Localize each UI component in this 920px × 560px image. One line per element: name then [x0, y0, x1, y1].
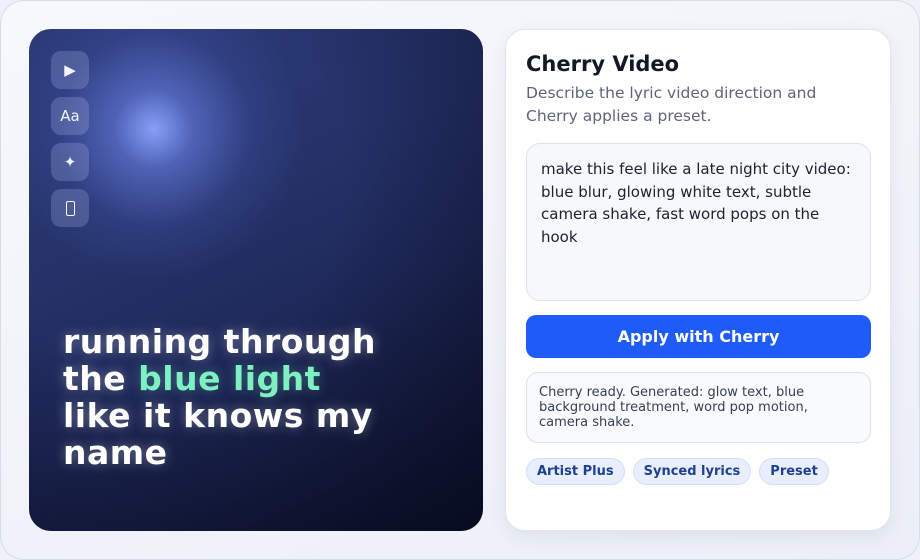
lyric-line: the blue light	[63, 360, 463, 397]
lyric-video-preview: ▶ Aa ✦ running through the blue light li…	[29, 29, 483, 531]
lyrics-text: running through the blue light like it k…	[63, 323, 463, 471]
panel-description: Describe the lyric video direction and C…	[526, 84, 817, 125]
text-style-button[interactable]: Aa	[51, 97, 89, 135]
cherry-panel: Cherry Video Describe the lyric video di…	[505, 29, 891, 531]
sparkle-icon: ✦	[63, 153, 77, 171]
lyric-word: the	[63, 359, 139, 398]
chip-synced-lyrics: Synced lyrics	[632, 458, 752, 485]
chip-preset: Preset	[759, 458, 829, 485]
tag-chips: Artist Plus Synced lyrics Preset	[526, 458, 829, 485]
phone-icon	[65, 200, 75, 216]
play-icon: ▶	[64, 61, 76, 79]
lyric-line: like it knows my	[63, 396, 373, 435]
lyric-highlight: blue light	[138, 359, 321, 398]
chip-artist-plus: Artist Plus	[526, 458, 625, 485]
status-message: Cherry ready. Generated: glow text, blue…	[526, 372, 871, 443]
text-style-icon: Aa	[60, 107, 80, 125]
play-button[interactable]: ▶	[51, 51, 89, 89]
lyric-line: name	[63, 433, 168, 472]
direction-prompt-input[interactable]: make this feel like a late night city vi…	[526, 143, 871, 301]
apply-with-cherry-button[interactable]: Apply with Cherry	[526, 315, 871, 358]
lyric-line: running through	[63, 322, 376, 361]
mobile-preview-button[interactable]	[51, 189, 89, 227]
effects-button[interactable]: ✦	[51, 143, 89, 181]
panel-title: Cherry Video	[526, 52, 680, 76]
